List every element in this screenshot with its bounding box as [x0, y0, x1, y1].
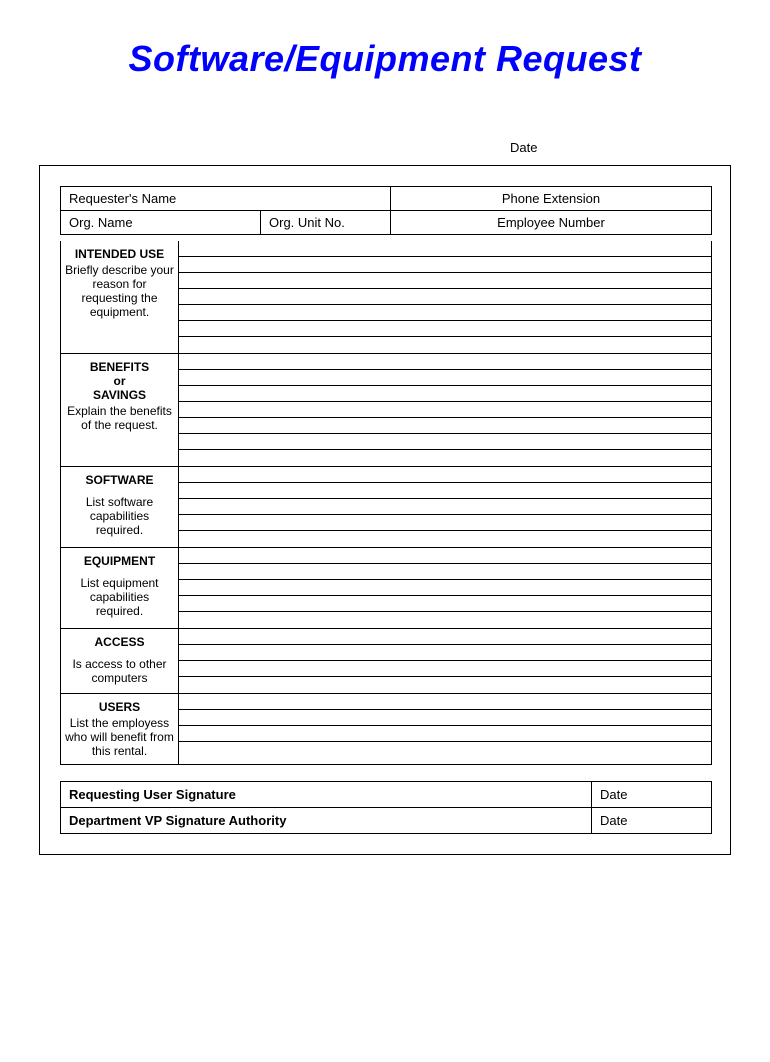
vp-sig-date-cell[interactable]: Date: [592, 808, 712, 834]
requester-name-label: Requester's Name: [69, 191, 176, 206]
benefits-or: or: [65, 374, 174, 388]
access-desc: Is access to other computers: [65, 657, 174, 685]
sections-table: INTENDED USE Briefly describe your reaso…: [60, 241, 712, 765]
equipment-label: EQUIPMENT List equipment capabilities re…: [61, 548, 179, 629]
vp-sig-label: Department VP Signature Authority: [69, 813, 286, 828]
benefits-label: BENEFITS or SAVINGS Explain the benefits…: [61, 354, 179, 467]
users-title: USERS: [65, 700, 174, 714]
software-desc: List software capabilities required.: [65, 495, 174, 537]
intended-use-label: INTENDED USE Briefly describe your reaso…: [61, 241, 179, 354]
intended-title: INTENDED USE: [65, 247, 174, 261]
requester-info-table: Requester's Name Phone Extension Org. Na…: [60, 186, 712, 235]
users-label: USERS List the employess who will benefi…: [61, 694, 179, 765]
software-label: SOFTWARE List software capabilities requ…: [61, 467, 179, 548]
benefits-title2: SAVINGS: [65, 388, 174, 402]
org-unit-label: Org. Unit No.: [269, 215, 345, 230]
org-unit-cell[interactable]: Org. Unit No.: [261, 211, 391, 235]
vp-sig-date-label: Date: [600, 813, 627, 828]
users-desc: List the employess who will benefit from…: [65, 716, 174, 758]
users-lines[interactable]: [179, 694, 712, 765]
benefits-desc: Explain the benefits of the request.: [65, 404, 174, 432]
vp-sig-cell[interactable]: Department VP Signature Authority: [61, 808, 592, 834]
page-title: Software/Equipment Request: [0, 38, 770, 80]
date-label-top: Date: [510, 140, 770, 155]
access-title: ACCESS: [65, 635, 174, 649]
benefits-lines[interactable]: [179, 354, 712, 467]
org-name-cell[interactable]: Org. Name: [61, 211, 261, 235]
equipment-lines[interactable]: [179, 548, 712, 629]
access-label: ACCESS Is access to other computers: [61, 629, 179, 694]
emp-num-cell[interactable]: Employee Number: [391, 211, 712, 235]
phone-ext-cell[interactable]: Phone Extension: [391, 187, 712, 211]
equipment-title: EQUIPMENT: [65, 554, 174, 568]
phone-ext-label: Phone Extension: [502, 191, 600, 206]
software-lines[interactable]: [179, 467, 712, 548]
requester-name-cell[interactable]: Requester's Name: [61, 187, 391, 211]
user-sig-label: Requesting User Signature: [69, 787, 236, 802]
intended-desc: Briefly describe your reason for request…: [65, 263, 174, 319]
access-lines[interactable]: [179, 629, 712, 694]
software-title: SOFTWARE: [65, 473, 174, 487]
equipment-desc: List equipment capabilities required.: [65, 576, 174, 618]
org-name-label: Org. Name: [69, 215, 133, 230]
signature-table: Requesting User Signature Date Departmen…: [60, 781, 712, 834]
benefits-title1: BENEFITS: [65, 360, 174, 374]
intended-use-lines[interactable]: [179, 241, 712, 354]
user-sig-date-cell[interactable]: Date: [592, 782, 712, 808]
emp-num-label: Employee Number: [497, 215, 605, 230]
user-sig-date-label: Date: [600, 787, 627, 802]
user-sig-cell[interactable]: Requesting User Signature: [61, 782, 592, 808]
form-frame: Requester's Name Phone Extension Org. Na…: [39, 165, 731, 855]
